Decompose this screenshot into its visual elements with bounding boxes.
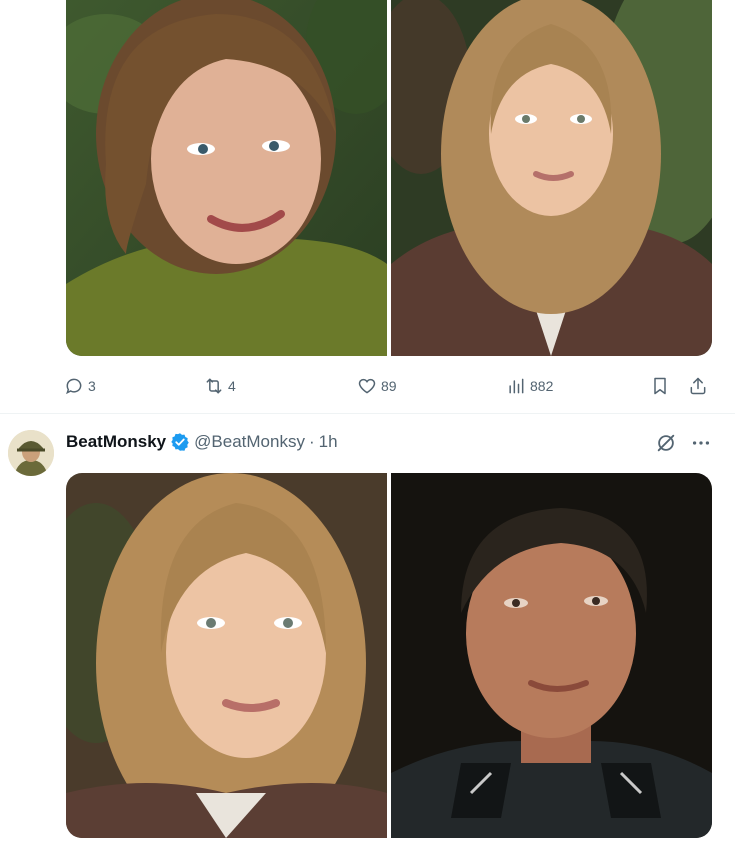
- bookmark-button[interactable]: [650, 372, 670, 400]
- separator-dot: ·: [308, 432, 315, 451]
- media-photo-woman-leather-jacket[interactable]: [391, 0, 712, 356]
- views-icon: [509, 378, 524, 394]
- reply-count: 3: [88, 378, 96, 394]
- tweet-header: BeatMonsky @BeatMonksy · 1h: [66, 430, 338, 454]
- verified-badge-icon[interactable]: [170, 432, 190, 452]
- more-icon[interactable]: [690, 432, 712, 454]
- media-grid: [66, 473, 712, 838]
- media-photo-woman-green-sweater[interactable]: [66, 0, 387, 356]
- avatar[interactable]: [8, 430, 54, 476]
- reply-button[interactable]: 3: [64, 372, 96, 400]
- media-photo-woman-closeup[interactable]: [66, 473, 387, 838]
- heart-icon: [358, 378, 376, 394]
- share-icon: [690, 377, 706, 395]
- bookmark-icon: [654, 377, 666, 395]
- retweet-icon: [206, 378, 222, 394]
- grok-icon[interactable]: [655, 432, 677, 454]
- media-photo-man-uniform[interactable]: [391, 473, 712, 838]
- media-grid: [66, 0, 712, 356]
- share-button[interactable]: [688, 372, 708, 400]
- reply-icon: [66, 378, 82, 395]
- views-count: 882: [530, 378, 554, 394]
- tweet-previous[interactable]: 3 4 89 882: [0, 0, 735, 414]
- like-button[interactable]: 89: [357, 372, 397, 400]
- author-display-name[interactable]: BeatMonsky: [66, 432, 166, 452]
- like-count: 89: [381, 378, 397, 394]
- author-handle[interactable]: @BeatMonksy: [194, 432, 305, 452]
- retweet-count: 4: [228, 378, 236, 394]
- retweet-button[interactable]: 4: [204, 372, 236, 400]
- timestamp[interactable]: 1h: [319, 432, 338, 452]
- tweet[interactable]: BeatMonsky @BeatMonksy · 1h: [0, 414, 735, 843]
- views-button[interactable]: 882: [506, 372, 553, 400]
- action-bar: 3 4 89 882: [60, 372, 720, 400]
